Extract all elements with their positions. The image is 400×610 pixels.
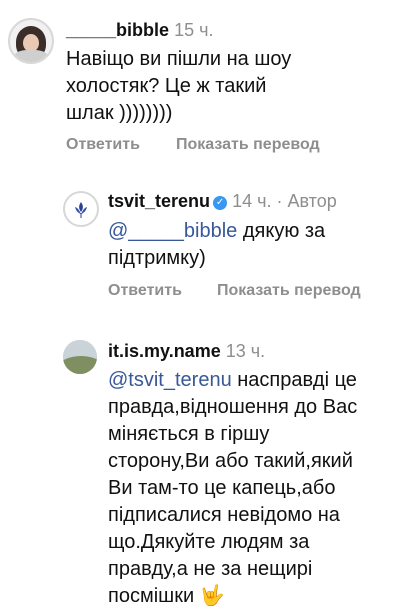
- avatar-it-is-my-name[interactable]: [63, 340, 97, 374]
- comment-text: @_____bibble дякую за підтримку): [108, 220, 326, 269]
- timestamp: 15 ч.: [174, 20, 214, 40]
- avatar-bibble[interactable]: [8, 18, 54, 64]
- comment-header: _____bibble 15 ч.: [66, 20, 213, 41]
- avatar-tsvit-terenu[interactable]: [63, 191, 99, 227]
- translate-button[interactable]: Показать перевод: [217, 282, 361, 300]
- reply-button[interactable]: Ответить: [66, 136, 140, 154]
- timestamp: 14 ч.: [232, 191, 272, 211]
- mention-link[interactable]: @tsvit_terenu: [108, 369, 232, 391]
- username[interactable]: it.is.my.name: [108, 341, 221, 361]
- reply-button[interactable]: Ответить: [108, 282, 182, 300]
- flower-logo-icon: [75, 202, 87, 218]
- comment-text: Навіщо ви пішли на шоу холостяк? Це ж та…: [66, 48, 292, 124]
- username[interactable]: tsvit_terenu: [108, 191, 210, 211]
- comment-header: it.is.my.name 13 ч.: [108, 341, 265, 362]
- comment-text: @tsvit_terenu насправді це правда,віднош…: [108, 369, 358, 607]
- author-tag: · Автор: [276, 191, 337, 211]
- mention-link[interactable]: @_____bibble: [108, 220, 237, 242]
- timestamp: 13 ч.: [225, 341, 266, 361]
- comment-header: tsvit_terenu ✓ 14 ч. · Автор: [108, 191, 337, 212]
- username[interactable]: _____bibble: [66, 20, 169, 40]
- translate-button[interactable]: Показать перевод: [176, 136, 320, 154]
- verified-badge-icon: ✓: [213, 196, 228, 210]
